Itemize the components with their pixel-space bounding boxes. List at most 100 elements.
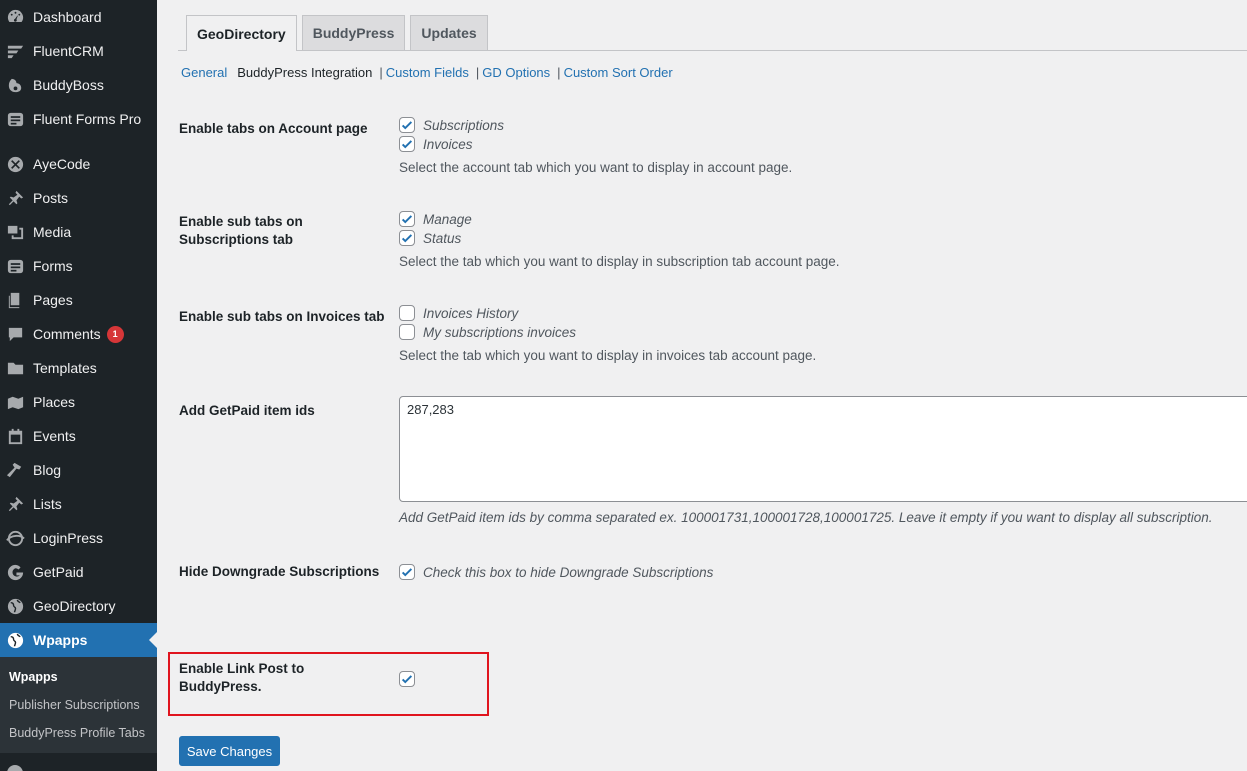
submenu-item-wpapps[interactable]: Wpapps bbox=[9, 670, 58, 684]
sidebar-item-fluent-forms-pro[interactable]: Fluent Forms Pro bbox=[0, 102, 157, 136]
nav-tabs: GeoDirectory BuddyPress Updates bbox=[186, 15, 493, 51]
sidebar-item-dashboard[interactable]: Dashboard bbox=[0, 0, 157, 34]
subnav-gd-options[interactable]: GD Options bbox=[482, 65, 550, 80]
option-invoices-history: Invoices History bbox=[399, 304, 518, 322]
option-subscriptions: Subscriptions bbox=[399, 116, 504, 134]
subnav-general[interactable]: General bbox=[181, 65, 227, 80]
invoice-tabs-description: Select the tab which you want to display… bbox=[399, 348, 817, 363]
sidebar-item-pages[interactable]: Pages bbox=[0, 283, 157, 317]
option-status: Status bbox=[399, 229, 461, 247]
sidebar-item-partial bbox=[0, 758, 157, 771]
sub-navigation: General BuddyPress Integration | Custom … bbox=[181, 65, 673, 80]
sidebar-item-label: Media bbox=[33, 224, 72, 240]
sidebar-item-label: Blog bbox=[33, 462, 62, 478]
globe-icon bbox=[5, 630, 25, 650]
sidebar-item-label: Fluent Forms Pro bbox=[33, 111, 142, 127]
tab-divider bbox=[178, 50, 1247, 51]
hide-downgrade-label: Hide Downgrade Subscriptions bbox=[179, 564, 380, 579]
wpapps-submenu: Wpapps Publisher Subscriptions BuddyPres… bbox=[0, 657, 157, 753]
sidebar-item-buddyboss[interactable]: BuddyBoss bbox=[0, 68, 157, 102]
my-subscriptions-invoices-checkbox[interactable] bbox=[399, 324, 415, 340]
hammer-icon bbox=[5, 460, 25, 480]
sidebar-item-fluentcrm[interactable]: FluentCRM bbox=[0, 34, 157, 68]
ayecode-icon bbox=[5, 154, 25, 174]
sidebar-item-templates[interactable]: Templates bbox=[0, 351, 157, 385]
sidebar-item-geodirectory[interactable]: GeoDirectory bbox=[0, 589, 157, 623]
subscriptions-checkbox[interactable] bbox=[399, 117, 415, 133]
pages-icon bbox=[5, 290, 25, 310]
sidebar-item-places[interactable]: Places bbox=[0, 385, 157, 419]
subnav-custom-sort-order[interactable]: Custom Sort Order bbox=[564, 65, 673, 80]
status-checkbox[interactable] bbox=[399, 230, 415, 246]
admin-sidebar: Dashboard FluentCRM BuddyBoss Fluent Forms … bbox=[0, 0, 157, 771]
item-ids-label: Add GetPaid item ids bbox=[179, 403, 315, 418]
sidebar-item-label: FluentCRM bbox=[33, 43, 104, 59]
submenu-item-publisher-subscriptions[interactable]: Publisher Subscriptions bbox=[9, 698, 140, 712]
subnav-custom-fields[interactable]: Custom Fields bbox=[386, 65, 469, 80]
dashboard-icon bbox=[5, 7, 25, 27]
sidebar-item-label: Templates bbox=[33, 360, 97, 376]
option-manage: Manage bbox=[399, 210, 472, 228]
save-changes-button[interactable]: Save Changes bbox=[179, 736, 280, 766]
sidebar-item-label: Places bbox=[33, 394, 76, 410]
item-ids-description: Add GetPaid item ids by comma separated … bbox=[399, 510, 1213, 525]
invoice-tabs-label: Enable sub tabs on Invoices tab bbox=[179, 309, 385, 324]
calendar-icon bbox=[5, 426, 25, 446]
fluentcrm-icon bbox=[5, 41, 25, 61]
invoices-history-checkbox[interactable] bbox=[399, 305, 415, 321]
sidebar-item-loginpress[interactable]: LoginPress bbox=[0, 521, 157, 555]
subscription-tabs-description: Select the tab which you want to display… bbox=[399, 254, 840, 269]
subscription-tabs-label: Enable sub tabs on Subscriptions tab bbox=[179, 214, 303, 247]
sidebar-item-label: Dashboard bbox=[33, 9, 102, 25]
sidebar-item-blog[interactable]: Blog bbox=[0, 453, 157, 487]
sidebar-item-label: Pages bbox=[33, 292, 73, 308]
sidebar-item-label: BuddyBoss bbox=[33, 77, 104, 93]
sidebar-item-label: GetPaid bbox=[33, 564, 84, 580]
sidebar-item-events[interactable]: Events bbox=[0, 419, 157, 453]
buddyboss-icon bbox=[5, 75, 25, 95]
globe-icon bbox=[5, 596, 25, 616]
sidebar-item-label: GeoDirectory bbox=[33, 598, 116, 614]
sidebar-item-label: Wpapps bbox=[33, 632, 88, 648]
pin-icon bbox=[5, 188, 25, 208]
sidebar-item-ayecode[interactable]: AyeCode bbox=[0, 147, 157, 181]
invoices-checkbox[interactable] bbox=[399, 136, 415, 152]
tab-buddypress[interactable]: BuddyPress bbox=[301, 15, 406, 50]
sidebar-item-forms[interactable]: Forms bbox=[0, 249, 157, 283]
sidebar-item-wpapps[interactable]: Wpapps bbox=[0, 623, 157, 657]
sidebar-item-media[interactable]: Media bbox=[0, 215, 157, 249]
submenu-item-buddypress-profile-tabs[interactable]: BuddyPress Profile Tabs bbox=[9, 726, 145, 740]
sidebar-item-getpaid[interactable]: GetPaid bbox=[0, 555, 157, 589]
option-link-post bbox=[399, 670, 415, 688]
comment-count-badge: 1 bbox=[106, 325, 124, 343]
comments-icon bbox=[5, 324, 25, 344]
option-hide-downgrade: Check this box to hide Downgrade Subscri… bbox=[399, 563, 713, 581]
getpaid-icon bbox=[5, 562, 25, 582]
sidebar-item-lists[interactable]: Lists bbox=[0, 487, 157, 521]
sidebar-item-label: Lists bbox=[33, 496, 62, 512]
link-post-checkbox[interactable] bbox=[399, 671, 415, 687]
tab-geodirectory[interactable]: GeoDirectory bbox=[186, 15, 297, 51]
option-invoices: Invoices bbox=[399, 135, 473, 153]
sidebar-item-label: LoginPress bbox=[33, 530, 104, 546]
account-tabs-label: Enable tabs on Account page bbox=[179, 121, 368, 136]
places-icon bbox=[5, 392, 25, 412]
sidebar-item-label: Comments bbox=[33, 326, 101, 342]
media-icon bbox=[5, 222, 25, 242]
link-post-label: Enable Link Post to BuddyPress. bbox=[179, 661, 305, 694]
sidebar-item-label: Posts bbox=[33, 190, 69, 206]
sidebar-item-label: Forms bbox=[33, 258, 73, 274]
sidebar-item-posts[interactable]: Posts bbox=[0, 181, 157, 215]
sidebar-item-comments[interactable]: Comments 1 bbox=[0, 317, 157, 351]
subnav-buddypress-integration[interactable]: BuddyPress Integration bbox=[237, 65, 372, 80]
tab-updates[interactable]: Updates bbox=[410, 15, 488, 50]
sidebar-item-label: AyeCode bbox=[33, 156, 91, 172]
manage-checkbox[interactable] bbox=[399, 211, 415, 227]
item-ids-textarea[interactable]: 287,283 bbox=[399, 396, 1247, 502]
account-tabs-description: Select the account tab which you want to… bbox=[399, 160, 793, 175]
sidebar-item-label: Events bbox=[33, 428, 76, 444]
forms-icon bbox=[5, 109, 25, 129]
forms-icon bbox=[5, 256, 25, 276]
hide-downgrade-checkbox[interactable] bbox=[399, 564, 415, 580]
folder-icon bbox=[5, 358, 25, 378]
